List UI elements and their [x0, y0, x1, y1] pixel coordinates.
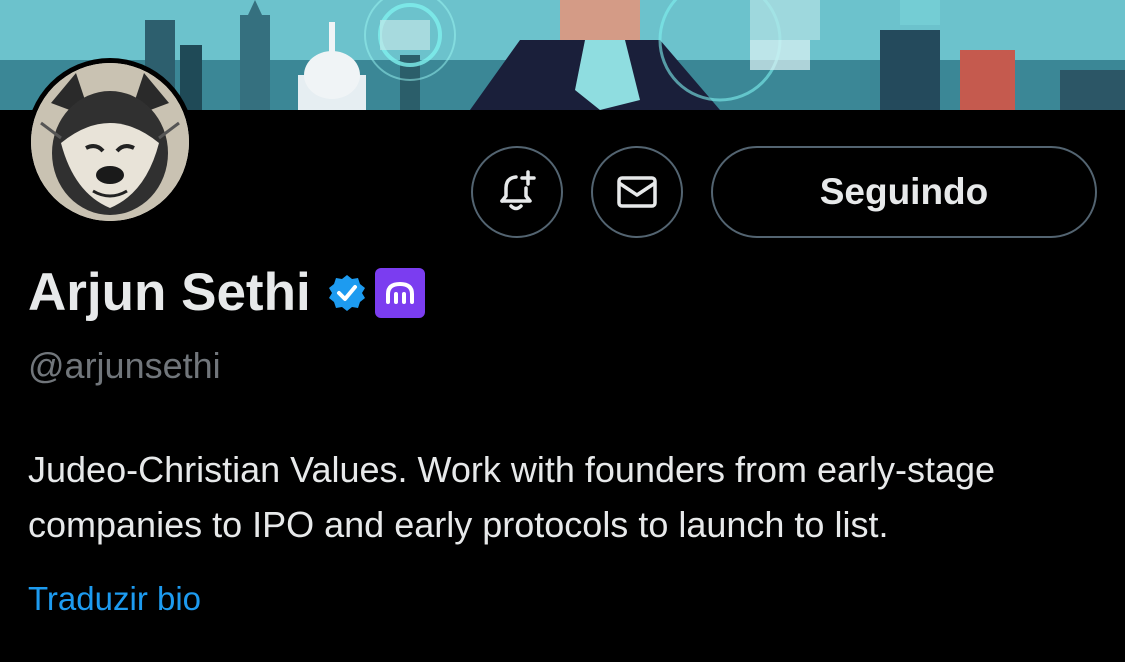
profile-bio: Judeo-Christian Values. Work with founde…: [28, 449, 996, 545]
bell-plus-icon: [500, 170, 536, 211]
kraken-logo: [385, 281, 414, 304]
envelope-icon: [617, 176, 657, 208]
profile-handle: @arjunsethi: [28, 345, 221, 386]
following-button-label: Seguindo: [819, 171, 989, 212]
profile-avatar[interactable]: [26, 58, 194, 226]
profile-name-row: Arjun Sethi: [28, 262, 425, 323]
notifications-button[interactable]: [471, 146, 563, 238]
profile-name: Arjun Sethi: [28, 263, 311, 322]
message-button[interactable]: [591, 146, 683, 238]
following-button[interactable]: Seguindo: [711, 146, 1097, 238]
verified-badge-icon[interactable]: [327, 273, 367, 313]
kraken-icon[interactable]: [374, 267, 425, 318]
translate-bio-link[interactable]: Traduzir bio: [28, 580, 201, 618]
wolf-avatar-illustration: [31, 63, 189, 221]
avatar-image: [31, 63, 189, 221]
